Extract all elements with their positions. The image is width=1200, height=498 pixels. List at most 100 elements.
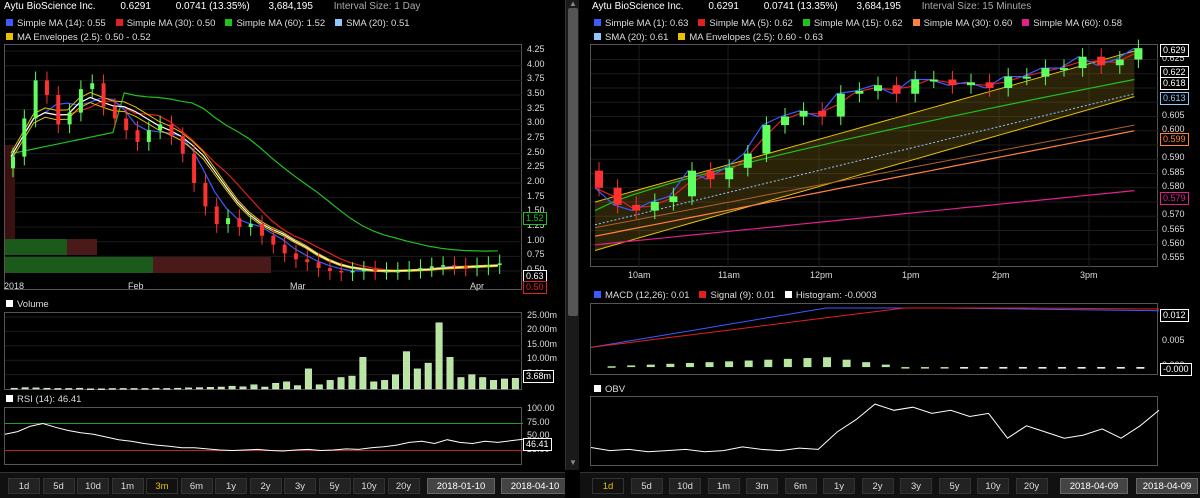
legend-item[interactable]: Simple MA (15): 0.62 [802,17,903,31]
volume-bar [424,362,432,390]
histogram-bar [960,367,969,369]
candle-body [158,124,163,131]
rsi-line [4,422,524,452]
legend-item[interactable]: Simple MA (14): 0.55 [6,17,106,31]
legend-item[interactable]: Simple MA (5): 0.62 [698,17,793,31]
intraday-chart-pane: Aytu BioScience Inc. 0.6291 0.0741 (13.3… [580,0,1200,498]
range-button-1d[interactable]: 1d [592,478,624,494]
range-button-6m[interactable]: 6m [784,478,817,494]
range-button-10y[interactable]: 10y [353,478,385,494]
range-button-3m[interactable]: 3m [746,478,778,494]
interval-size[interactable]: Interval Size: 1 Day [334,1,421,12]
volume-bar [130,388,138,390]
legend-swatch [6,19,13,26]
range-button-6m[interactable]: 6m [180,478,213,494]
legend-item[interactable]: Simple MA (60): 1.52 [225,17,325,31]
range-button-5y[interactable]: 5y [938,478,971,494]
candle-body [441,265,446,267]
legend-item[interactable]: SMA (20): 0.61 [594,31,668,45]
range-button-5d[interactable]: 5d [42,478,75,494]
volume-bar [381,380,389,390]
histogram-bar [1058,367,1067,369]
candle-body [967,82,975,86]
obv-panel[interactable] [590,396,1160,466]
range-button-1m[interactable]: 1m [707,478,740,494]
candle-body [237,218,242,227]
volume-tick: 20.00m [527,324,558,335]
candle-body [429,266,434,269]
range-button-1m[interactable]: 1m [111,478,144,494]
x-axis-label: 2018 [4,281,25,291]
range-button-20y[interactable]: 20y [1015,478,1048,494]
price-tag: 0.613 [1160,92,1189,105]
range-button-1y[interactable]: 1y [215,478,247,494]
candle-body [226,218,231,225]
candle-body [929,79,938,82]
daily-price-panel[interactable] [4,44,523,290]
range-button-20y[interactable]: 20y [387,478,420,494]
macd-legend-item[interactable]: Signal (9): 0.01 [699,289,775,303]
candle-body [650,202,659,211]
intraday-price-panel[interactable] [590,39,1159,268]
vertical-scrollbar[interactable]: ▲ ▼ [565,0,579,470]
macd-panel[interactable] [590,303,1160,375]
legend-swatch [594,33,601,40]
last-price: 0.6291 [708,1,739,12]
range-button-5y[interactable]: 5y [318,478,351,494]
price-tick: 3.50 [527,88,545,98]
histogram-bar [823,357,832,368]
volume-bar [370,381,378,390]
legend-item[interactable]: Simple MA (30): 0.60 [912,17,1012,31]
legend-item[interactable]: Simple MA (1): 0.63 [594,17,688,31]
date-to[interactable]: 2018-04-10 [501,478,565,494]
candle-body [44,80,49,95]
range-button-2y[interactable]: 2y [249,478,282,494]
range-button-5d[interactable]: 5d [630,478,663,494]
scroll-down-icon[interactable]: ▼ [568,458,578,468]
candle-body [248,224,253,227]
range-button-3y[interactable]: 3y [900,478,932,494]
range-button-3y[interactable]: 3y [284,478,316,494]
volume-bar [239,386,247,390]
volume-bar [195,387,203,390]
legend-item[interactable]: MA Envelopes (2.5): 0.50 - 0.52 [6,31,151,45]
candle-body [361,269,366,272]
legend-swatch [594,291,601,298]
volume-panel[interactable] [4,312,523,390]
legend-swatch [225,19,233,26]
histogram-bar [842,359,851,368]
rsi-panel[interactable] [4,407,524,465]
volume-bar [228,385,236,390]
volume-tag: 3.68m [523,370,555,383]
range-button-1y[interactable]: 1y [823,478,855,494]
candle-body [395,271,400,273]
macd-legend-item[interactable]: Histogram: -0.0003 [784,289,877,303]
volume-profile-bar [67,239,97,255]
legend-item[interactable]: Simple MA (30): 0.50 [115,17,215,31]
range-button-3m[interactable]: 3m [146,478,178,494]
date-from[interactable]: 2018-01-10 [427,478,495,494]
volume-total: 3,684,195 [856,1,901,12]
range-button-10d[interactable]: 10d [77,478,109,494]
candle-body [725,167,734,180]
range-button-2y[interactable]: 2y [861,478,894,494]
legend-item[interactable]: Simple MA (60): 0.58 [1022,17,1122,31]
legend-item[interactable]: SMA (20): 0.51 [335,17,410,31]
candle-body [339,271,344,273]
candle-body [1097,56,1106,66]
range-button-1d[interactable]: 1d [8,478,40,494]
date-from[interactable]: 2018-04-09 [1060,478,1128,494]
range-button-10y[interactable]: 10y [977,478,1009,494]
macd-legend-item[interactable]: MACD (12,26): 0.01 [594,289,689,303]
range-button-10d[interactable]: 10d [669,478,701,494]
x-axis-label: Apr [470,281,485,291]
legend-item[interactable]: MA Envelopes (2.5): 0.60 - 0.63 [678,31,823,45]
scrollbar-thumb[interactable] [568,8,578,316]
interval-size[interactable]: Interval Size: 15 Minutes [922,1,1032,12]
candle-body [293,253,298,260]
rsi-label: RSI (14): 46.41 [17,394,82,405]
date-to[interactable]: 2018-04-09 [1136,478,1198,494]
volume-profile-bar [5,239,67,255]
histogram-bar [979,367,988,369]
obv-label: OBV [605,384,626,395]
